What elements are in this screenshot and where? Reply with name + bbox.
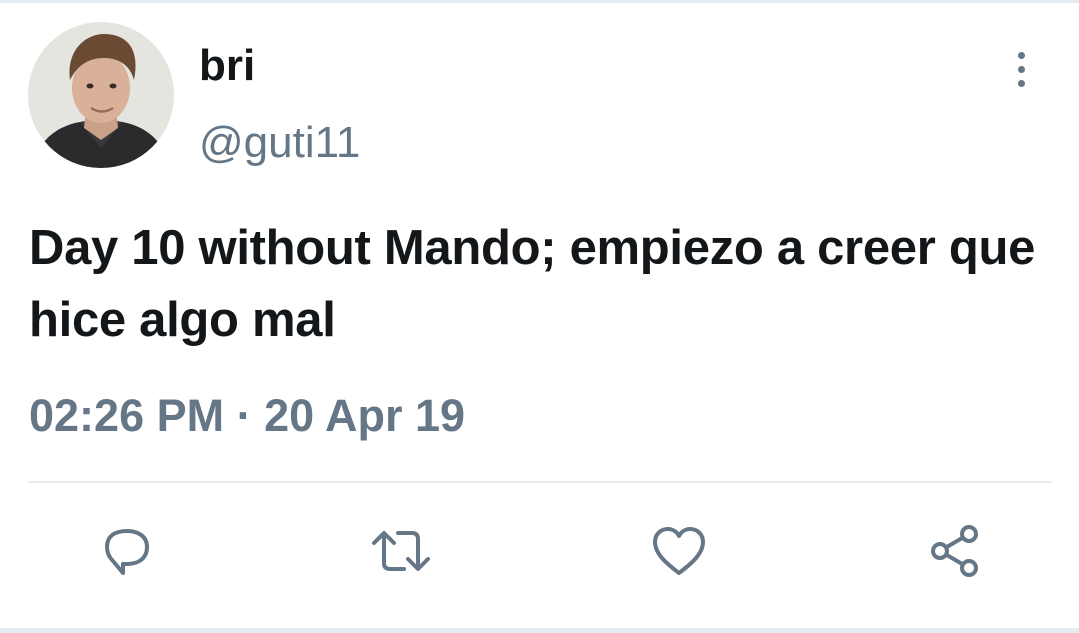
avatar[interactable] (28, 22, 174, 168)
author-handle[interactable]: @guti11 (199, 115, 360, 171)
reply-button[interactable] (96, 520, 158, 582)
tweet-date: 20 Apr 19 (264, 390, 466, 441)
more-vertical-icon-dot (1017, 79, 1025, 87)
tweet-time: 02:26 PM (29, 390, 225, 441)
more-vertical-icon-dot (1017, 65, 1025, 73)
actions-divider (28, 481, 1052, 483)
top-divider (0, 0, 1079, 3)
timestamp-separator: · (236, 390, 252, 441)
share-button[interactable] (924, 520, 986, 582)
more-options-button[interactable] (1000, 46, 1042, 92)
retweet-button[interactable] (370, 520, 432, 582)
like-button[interactable] (648, 520, 710, 582)
avatar-image (28, 22, 174, 168)
share-icon (931, 525, 978, 577)
tweet-text: Day 10 without Mando; empiezo a creer qu… (29, 221, 1036, 347)
tweet-timestamp[interactable]: 02:26 PM · 20 Apr 19 (29, 386, 465, 446)
retweet-icon (372, 531, 430, 571)
more-vertical-icon (1017, 51, 1025, 59)
bottom-divider (0, 628, 1079, 633)
author-display-name[interactable]: bri (199, 38, 255, 94)
heart-icon (653, 527, 705, 575)
reply-icon (105, 529, 149, 575)
